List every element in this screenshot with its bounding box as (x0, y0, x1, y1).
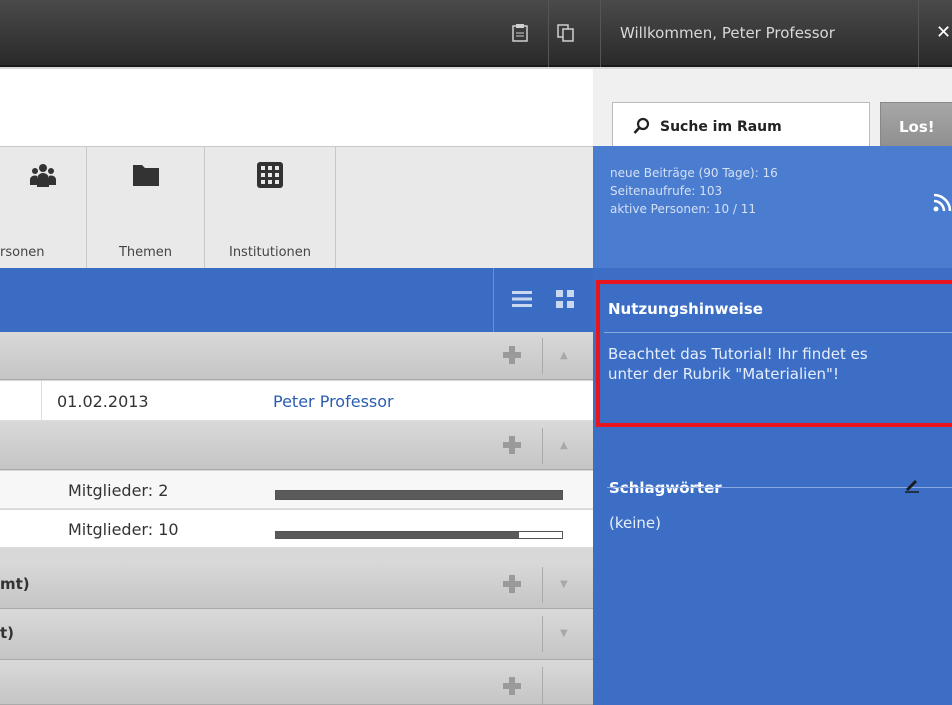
search-placeholder: Suche im Raum (660, 119, 782, 135)
search-button[interactable]: Los! (880, 102, 952, 152)
top-bar: Willkommen, Peter Professor ✕ (0, 0, 952, 67)
welcome-text: Willkommen, Peter Professor (620, 24, 835, 42)
notice-title: Nutzungshinweise (608, 300, 763, 318)
tool-themen[interactable]: Themen (87, 147, 205, 269)
folder-icon (132, 161, 160, 189)
usage-notice: Nutzungshinweise Beachtet das Tutorial! … (596, 280, 952, 427)
member-bar (275, 490, 563, 500)
plus-icon[interactable] (503, 677, 521, 695)
table-row[interactable]: 01.02.2013 Peter Professor (0, 381, 593, 421)
notice-text-line2: unter der Rubrik "Materialien"! (608, 365, 839, 383)
tool-label: Themen (118, 245, 173, 260)
search-input[interactable]: Suche im Raum (612, 102, 870, 152)
people-icon (29, 161, 57, 189)
close-icon[interactable]: ✕ (936, 22, 951, 43)
tool-label: Institutionen (228, 245, 312, 260)
search-icon (633, 117, 651, 135)
edit-icon[interactable] (903, 476, 921, 494)
stats-new-posts: neue Beiträge (90 Tage): 16 (610, 166, 778, 180)
search-button-label: Los! (899, 118, 935, 136)
stats-page-views: Seitenaufrufe: 103 (610, 184, 723, 198)
table-row[interactable]: Mitglieder: 10 (0, 510, 593, 548)
section-header: ▲ (0, 422, 593, 470)
room-header (0, 69, 593, 146)
tags-empty: (keine) (609, 514, 661, 532)
expand-arrow-icon[interactable]: ▼ (560, 579, 568, 590)
tags-title: Schlagwörter (609, 479, 722, 497)
collapse-arrow-icon[interactable]: ▲ (560, 440, 568, 451)
plus-icon[interactable] (503, 575, 521, 593)
section-title: t) (0, 624, 15, 642)
table-row[interactable]: Mitglieder: 2 (0, 471, 593, 509)
room-stats: neue Beiträge (90 Tage): 16 Seitenaufruf… (593, 146, 952, 268)
rss-icon[interactable] (933, 192, 952, 212)
module-toolbar: rsonen Themen Institutionen (0, 146, 593, 269)
row-date: 01.02.2013 (57, 392, 149, 411)
section-title: mt) (0, 575, 30, 593)
collapse-arrow-icon[interactable]: ▲ (560, 350, 568, 361)
section-header: mt) ▼ (0, 561, 593, 609)
row-author-link[interactable]: Peter Professor (273, 392, 394, 411)
tool-personen[interactable]: rsonen (0, 147, 87, 269)
section-header: ▲ (0, 332, 593, 380)
content-header-bar (0, 268, 593, 332)
row-members: Mitglieder: 2 (68, 481, 169, 500)
tool-label: rsonen (0, 245, 45, 260)
grid-icon (256, 161, 284, 189)
expand-arrow-icon[interactable]: ▼ (560, 628, 568, 639)
notice-text-line1: Beachtet das Tutorial! Ihr findet es (608, 345, 868, 363)
list-view-icon[interactable] (512, 290, 532, 308)
stats-active-persons: aktive Personen: 10 / 11 (610, 202, 757, 216)
section-header: t) ▼ (0, 610, 593, 660)
member-bar (275, 531, 563, 539)
section-header (0, 661, 593, 705)
row-members: Mitglieder: 10 (68, 520, 179, 539)
plus-icon[interactable] (503, 346, 521, 364)
tool-institutionen[interactable]: Institutionen (205, 147, 336, 269)
clipboard-icon[interactable] (509, 22, 531, 44)
grid-view-icon[interactable] (556, 290, 574, 308)
plus-icon[interactable] (503, 436, 521, 454)
copy-icon[interactable] (555, 22, 577, 44)
